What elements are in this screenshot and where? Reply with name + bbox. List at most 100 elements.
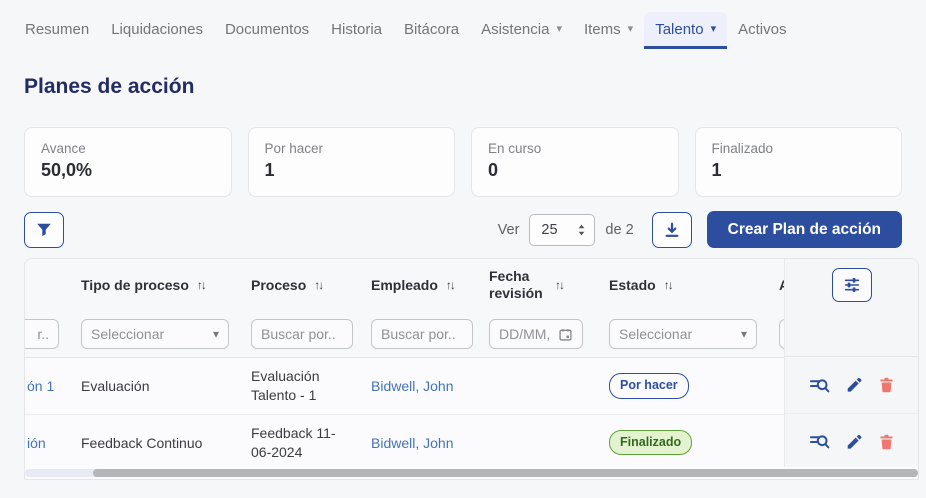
scrollbar-thumb[interactable] xyxy=(93,469,918,477)
stat-label: En curso xyxy=(488,141,662,156)
stat-value: 50,0% xyxy=(41,160,215,181)
row-actions xyxy=(785,357,918,413)
cell-proceso: Feedback 11-06-2024 xyxy=(241,424,361,462)
input-placeholder: Buscar por.. xyxy=(261,326,336,342)
filter-clipped-column: r.. xyxy=(25,319,71,349)
download-button[interactable] xyxy=(652,212,692,248)
page-size-value: 25 xyxy=(541,222,557,238)
stat-card-finalizado: Finalizado 1 xyxy=(695,127,903,197)
tab-bitacora[interactable]: Bitácora xyxy=(393,12,470,49)
tab-label: Activos xyxy=(738,21,786,38)
stat-value: 1 xyxy=(265,160,439,181)
download-icon xyxy=(663,221,681,239)
header-tipo-proceso: Tipo de proceso ↑↓ xyxy=(71,277,241,293)
sort-arrows-icon[interactable]: ↑↓ xyxy=(446,278,454,292)
page-title: Planes de acción xyxy=(24,75,926,99)
chevron-down-icon: ▾ xyxy=(741,327,747,341)
tab-items[interactable]: Items ▾ xyxy=(573,12,644,49)
tab-label: Asistencia xyxy=(481,21,549,38)
cell-tipo-proceso: Evaluación xyxy=(71,378,241,394)
header-estado: Estado ↑↓ xyxy=(599,277,769,293)
table-toolbar: Ver 25 de 2 Crear Plan de acción xyxy=(24,211,902,248)
plan-link-clipped[interactable]: ón 1 xyxy=(25,378,71,394)
header-label: Empleado xyxy=(371,277,438,293)
chevron-down-icon: ▾ xyxy=(556,24,562,35)
stat-card-avance: Avance 50,0% xyxy=(24,127,232,197)
stepper-icon xyxy=(577,223,586,237)
chevron-down-icon: ▾ xyxy=(628,24,634,35)
tab-talento[interactable]: Talento ▾ xyxy=(644,12,727,49)
tab-label: Items xyxy=(584,21,621,38)
calendar-icon[interactable] xyxy=(558,327,573,342)
sort-arrows-icon[interactable]: ↑↓ xyxy=(197,278,205,292)
plan-link-clipped[interactable]: ión xyxy=(25,435,71,451)
tab-historia[interactable]: Historia xyxy=(320,12,393,49)
clipped-filter-input[interactable]: r.. xyxy=(24,319,59,349)
tabs-nav: Resumen Liquidaciones Documentos Histori… xyxy=(0,0,926,49)
header-label: Fecha revisión xyxy=(489,268,547,302)
tab-documentos[interactable]: Documentos xyxy=(214,12,320,49)
search-list-icon[interactable] xyxy=(809,376,830,395)
pencil-icon[interactable] xyxy=(845,433,863,451)
stat-label: Por hacer xyxy=(265,141,439,156)
cell-empleado-link[interactable]: Bidwell, John xyxy=(361,435,479,451)
tab-activos[interactable]: Activos xyxy=(727,12,797,49)
fecha-filter-input[interactable]: DD/MM, xyxy=(489,319,583,349)
header-label: Estado xyxy=(609,277,656,293)
status-badge: Por hacer xyxy=(609,373,689,398)
tab-label: Resumen xyxy=(25,21,89,38)
select-placeholder: Seleccionar xyxy=(91,326,164,342)
cell-empleado-link[interactable]: Bidwell, John xyxy=(361,378,479,394)
stat-label: Avance xyxy=(41,141,215,156)
page-size-select[interactable]: 25 xyxy=(529,214,595,246)
tab-label: Documentos xyxy=(225,21,309,38)
input-placeholder: Buscar por.. xyxy=(381,326,456,342)
cell-tipo-proceso: Feedback Continuo xyxy=(71,435,241,451)
tab-asistencia[interactable]: Asistencia ▾ xyxy=(470,12,573,49)
page-size-label: Ver xyxy=(498,222,520,238)
header-fecha-revision: Fecha revisión ↑↓ xyxy=(479,268,599,302)
tab-label: Bitácora xyxy=(404,21,459,38)
header-proceso: Proceso ↑↓ xyxy=(241,277,361,293)
tab-liquidaciones[interactable]: Liquidaciones xyxy=(100,12,214,49)
stat-value: 0 xyxy=(488,160,662,181)
status-badge: Finalizado xyxy=(609,430,692,455)
pencil-icon[interactable] xyxy=(845,376,863,394)
create-plan-button[interactable]: Crear Plan de acción xyxy=(707,211,902,248)
header-empleado: Empleado ↑↓ xyxy=(361,277,479,293)
total-count-label: de 2 xyxy=(605,222,633,238)
stats-cards: Avance 50,0% Por hacer 1 En curso 0 Fina… xyxy=(24,127,902,197)
stat-value: 1 xyxy=(712,160,886,181)
proceso-filter-input[interactable]: Buscar por.. xyxy=(251,319,353,349)
sort-arrows-icon[interactable]: ↑↓ xyxy=(664,278,672,292)
stat-card-por-hacer: Por hacer 1 xyxy=(248,127,456,197)
trash-icon[interactable] xyxy=(878,433,895,451)
stat-label: Finalizado xyxy=(712,141,886,156)
chevron-down-icon: ▾ xyxy=(213,327,219,341)
tab-resumen[interactable]: Resumen xyxy=(14,12,100,49)
tab-label: Talento xyxy=(655,21,703,38)
header-label: Tipo de proceso xyxy=(81,277,189,293)
sliders-icon xyxy=(843,276,861,294)
placeholder-fragment: r.. xyxy=(37,326,49,342)
select-placeholder: Seleccionar xyxy=(619,326,692,342)
column-settings-button[interactable] xyxy=(832,268,872,302)
sort-arrows-icon[interactable]: ↑↓ xyxy=(314,278,322,292)
chevron-down-icon: ▾ xyxy=(711,24,717,35)
plans-table: Tipo de proceso ↑↓ Proceso ↑↓ Empleado ↑… xyxy=(24,258,919,480)
cell-proceso: Evaluación Talento - 1 xyxy=(241,367,361,405)
filter-button[interactable] xyxy=(24,212,64,248)
funnel-icon xyxy=(35,221,53,239)
header-label: Proceso xyxy=(251,277,306,293)
tipo-proceso-filter-select[interactable]: Seleccionar ▾ xyxy=(81,319,229,349)
horizontal-scrollbar xyxy=(25,467,918,479)
empleado-filter-input[interactable]: Buscar por.. xyxy=(371,319,473,349)
sort-arrows-icon[interactable]: ↑↓ xyxy=(555,278,563,292)
tab-label: Historia xyxy=(331,21,382,38)
search-list-icon[interactable] xyxy=(809,432,830,451)
stat-card-en-curso: En curso 0 xyxy=(471,127,679,197)
input-placeholder: DD/MM, xyxy=(499,326,550,342)
actions-column xyxy=(784,259,918,467)
estado-filter-select[interactable]: Seleccionar ▾ xyxy=(609,319,757,349)
trash-icon[interactable] xyxy=(878,376,895,394)
